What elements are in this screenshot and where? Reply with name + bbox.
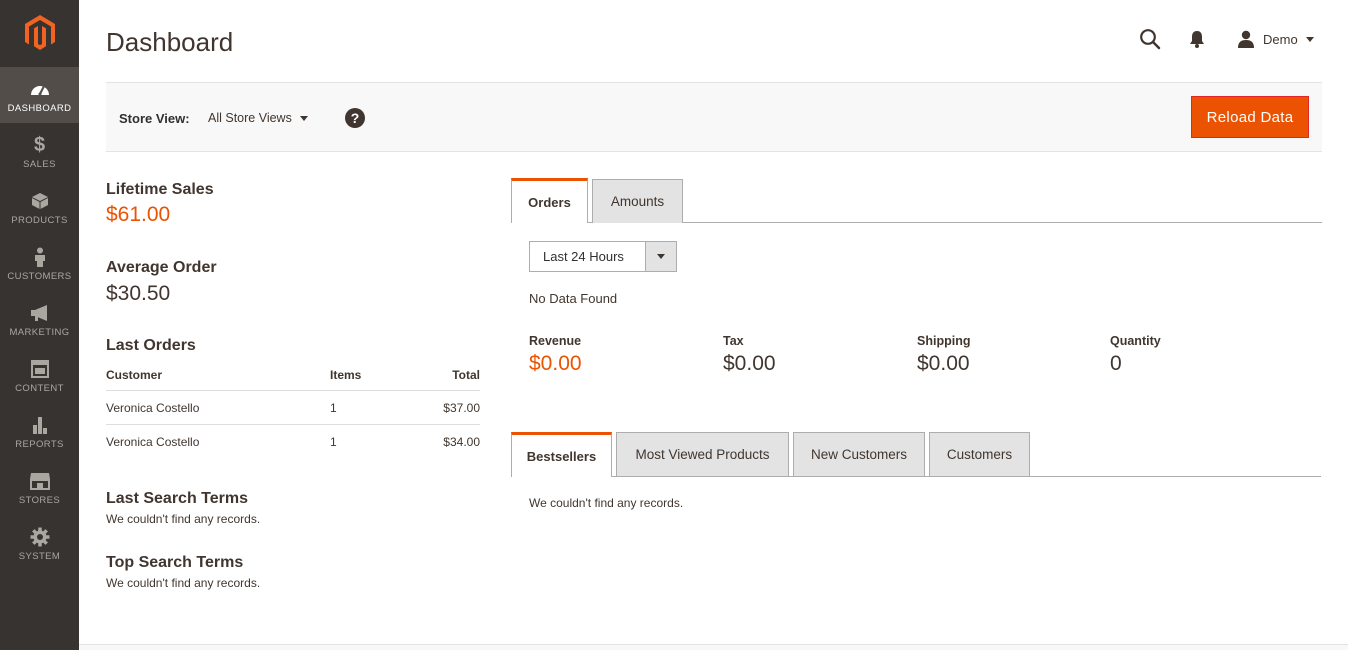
sidebar-item-customers[interactable]: Customers — [0, 235, 79, 291]
table-row[interactable]: Veronica Costello 1 $34.00 — [106, 425, 480, 459]
store-view-toolbar: Store View: All Store Views ? Reload Dat… — [106, 82, 1322, 152]
last-search-terms-title: Last Search Terms — [106, 490, 248, 507]
magento-logo[interactable] — [0, 0, 79, 66]
cell-items: 1 — [330, 435, 337, 449]
caret-down-icon — [645, 242, 676, 271]
quantity-value: 0 — [1110, 352, 1122, 375]
storefront-icon — [29, 471, 51, 491]
cell-customer: Veronica Costello — [106, 435, 200, 449]
top-search-terms-title: Top Search Terms — [106, 554, 244, 571]
tab-customers[interactable]: Customers — [929, 432, 1030, 476]
cell-items: 1 — [330, 400, 337, 415]
column-header-items: Items — [330, 368, 362, 382]
store-view-switcher[interactable]: All Store Views — [208, 111, 308, 125]
caret-down-icon — [1305, 36, 1314, 42]
sidebar-item-label: Content — [15, 383, 64, 394]
bell-icon[interactable] — [1187, 29, 1207, 49]
sidebar-item-label: Reports — [15, 439, 64, 450]
cell-total: $37.00 — [443, 400, 480, 415]
user-menu[interactable]: Demo — [1237, 29, 1314, 49]
sidebar-item-stores[interactable]: Stores — [0, 459, 79, 515]
period-select[interactable]: Last 24 Hours — [529, 241, 677, 272]
lifetime-sales-title: Lifetime Sales — [106, 181, 214, 198]
store-view-value: All Store Views — [208, 111, 292, 125]
last-orders-title: Last Orders — [106, 337, 196, 354]
shipping-value: $0.00 — [917, 352, 970, 375]
sidebar-item-products[interactable]: Products — [0, 179, 79, 235]
reload-data-button[interactable]: Reload Data — [1191, 96, 1309, 138]
dollar-icon: $ — [33, 133, 46, 156]
no-data-message: No Data Found — [529, 291, 618, 306]
sidebar-item-label: System — [18, 551, 61, 562]
sidebar-item-label: Sales — [23, 159, 56, 170]
sidebar-item-dashboard[interactable]: Dashboard — [0, 67, 79, 123]
tab-bestsellers[interactable]: Bestsellers — [511, 432, 612, 477]
user-name: Demo — [1263, 31, 1298, 47]
gear-icon — [30, 527, 50, 547]
page-title: Dashboard — [106, 27, 234, 57]
period-value: Last 24 Hours — [543, 249, 624, 264]
user-icon — [1238, 30, 1254, 48]
store-view-label: Store View: — [119, 111, 190, 126]
tax-label: Tax — [723, 334, 744, 348]
tab-amounts[interactable]: Amounts — [592, 179, 683, 223]
megaphone-icon — [30, 303, 50, 323]
lifetime-sales-value: $61.00 — [106, 203, 171, 226]
footer-divider — [79, 644, 1348, 650]
table-header: Customer Items Total — [106, 360, 480, 391]
search-icon[interactable] — [1139, 28, 1161, 50]
dashboard-icon — [30, 79, 50, 99]
sidebar-item-label: Stores — [18, 495, 61, 506]
magento-logo-icon — [24, 15, 55, 50]
cube-icon — [31, 191, 49, 211]
sidebar-item-label: Marketing — [9, 327, 70, 338]
help-icon[interactable]: ? — [345, 108, 365, 128]
column-header-total: Total — [452, 368, 480, 382]
admin-sidebar: Dashboard $ Sales Products Customers Mar… — [0, 0, 79, 650]
tab-new-customers[interactable]: New Customers — [793, 432, 925, 476]
person-icon — [34, 247, 46, 267]
sidebar-item-label: Products — [11, 215, 68, 226]
tab-most-viewed-products[interactable]: Most Viewed Products — [616, 432, 789, 476]
sidebar-item-reports[interactable]: Reports — [0, 403, 79, 459]
average-order-title: Average Order — [106, 259, 217, 276]
average-order-value: $30.50 — [106, 282, 171, 305]
revenue-value: $0.00 — [529, 352, 582, 375]
sidebar-item-label: Dashboard — [7, 103, 72, 114]
sidebar-item-content[interactable]: Content — [0, 347, 79, 403]
sidebar-item-system[interactable]: System — [0, 515, 79, 571]
table-row[interactable]: Veronica Costello 1 $37.00 — [106, 391, 480, 425]
sidebar-item-label: Customers — [7, 271, 72, 282]
sidebar-item-sales[interactable]: $ Sales — [0, 123, 79, 179]
last-search-terms-empty: We couldn't find any records. — [106, 512, 261, 526]
column-header-customer: Customer — [106, 368, 163, 382]
bar-chart-icon — [31, 415, 49, 435]
tax-value: $0.00 — [723, 352, 776, 375]
grid-tabs: Bestsellers Most Viewed Products New Cus… — [511, 432, 1321, 477]
tab-orders[interactable]: Orders — [511, 178, 588, 223]
sidebar-item-marketing[interactable]: Marketing — [0, 291, 79, 347]
shipping-label: Shipping — [917, 334, 971, 348]
caret-down-icon — [299, 115, 308, 121]
revenue-label: Revenue — [529, 334, 582, 348]
chart-tabs: Orders Amounts — [511, 178, 1322, 223]
cell-total: $34.00 — [443, 435, 480, 449]
layout-icon — [30, 359, 49, 379]
top-search-terms-empty: We couldn't find any records. — [106, 576, 261, 590]
bestsellers-empty: We couldn't find any records. — [529, 496, 684, 510]
cell-customer: Veronica Costello — [106, 400, 200, 415]
last-orders-table: Customer Items Total Veronica Costello 1… — [106, 360, 480, 459]
quantity-label: Quantity — [1110, 334, 1161, 348]
